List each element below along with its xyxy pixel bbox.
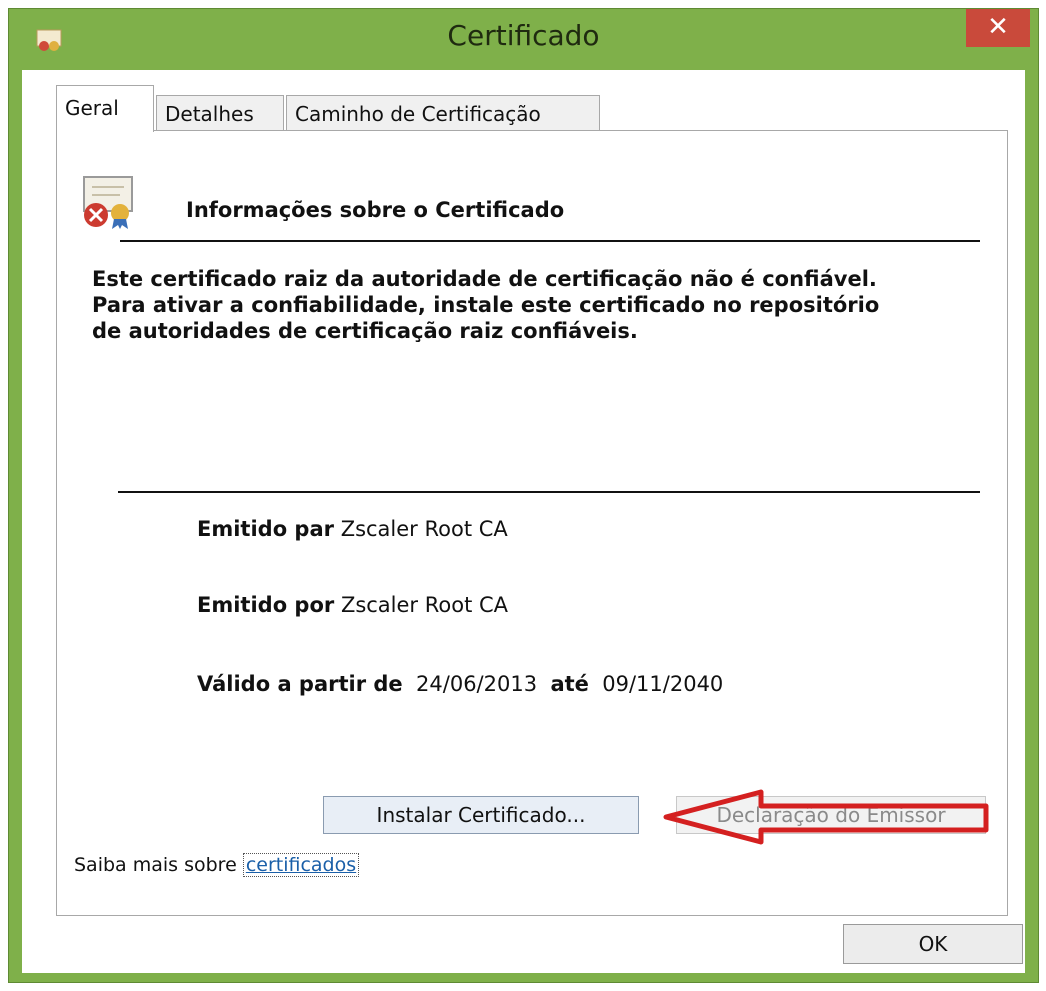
ok-button[interactable]: OK	[843, 924, 1023, 964]
certificate-error-icon	[83, 176, 133, 229]
red-arrow-annotation	[663, 789, 989, 845]
certificate-dialog: Certificado ✕ Geral Detalhes Caminho de …	[8, 8, 1039, 983]
details-divider	[118, 491, 980, 493]
tab-caminho-certificacao[interactable]: Caminho de Certificação	[286, 95, 600, 131]
issued-to-label: Emitido par	[197, 517, 334, 541]
valid-to-value: 09/11/2040	[602, 672, 724, 696]
valid-to-label: até	[550, 672, 589, 696]
info-heading: Informações sobre o Certificado	[186, 198, 565, 222]
issued-by-row: Emitido por Zscaler Root CA	[197, 593, 508, 617]
learn-more-prefix: Saiba mais sobre	[74, 854, 237, 876]
window-title: Certificado	[447, 19, 600, 52]
issued-to-row: Emitido par Zscaler Root CA	[197, 517, 508, 541]
learn-more-text: Saiba mais sobre certificados	[74, 853, 360, 877]
issued-to-value: Zscaler Root CA	[340, 517, 508, 541]
heading-divider	[120, 240, 980, 242]
dialog-client-area: Geral Detalhes Caminho de Certificação I…	[22, 70, 1025, 973]
issued-by-value: Zscaler Root CA	[340, 593, 509, 617]
tab-detalhes[interactable]: Detalhes	[156, 95, 284, 131]
tab-geral[interactable]: Geral	[56, 85, 154, 132]
title-bar[interactable]: Certificado ✕	[9, 9, 1038, 69]
certificates-link[interactable]: certificados	[242, 853, 360, 877]
issued-by-label: Emitido por	[197, 593, 335, 617]
valid-from-label: Válido a partir de	[197, 672, 403, 696]
trust-warning-text: Este certificado raiz da autoridade de c…	[92, 267, 880, 343]
close-button[interactable]: ✕	[966, 9, 1030, 47]
valid-from-value: 24/06/2013	[416, 672, 538, 696]
validity-row: Válido a partir de 24/06/2013 até 09/11/…	[197, 672, 723, 696]
install-certificate-button[interactable]: Instalar Certificado...	[323, 796, 639, 834]
